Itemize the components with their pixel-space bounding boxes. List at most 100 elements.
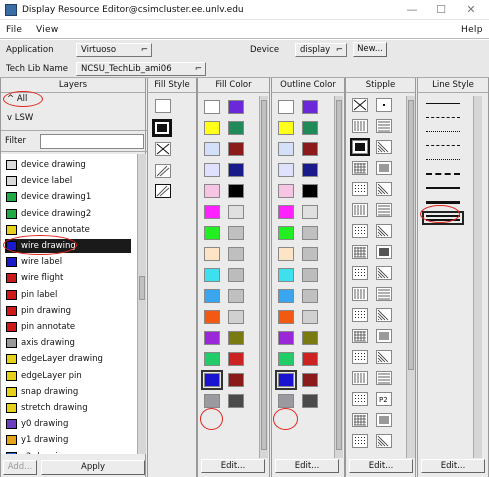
stipple-edit-button[interactable]: Edit...: [349, 459, 413, 473]
stipple-swatch[interactable]: [352, 224, 368, 238]
fill-style-stipple[interactable]: [155, 164, 171, 178]
outline-color-swatch[interactable]: [275, 370, 297, 390]
menu-file[interactable]: File: [6, 25, 22, 35]
layer-item[interactable]: device label: [5, 174, 131, 188]
fill-color-swatch[interactable]: [228, 310, 244, 324]
line-style-option[interactable]: [426, 159, 460, 160]
fill-color-swatch[interactable]: [228, 184, 244, 198]
outline-color-swatch[interactable]: [302, 331, 318, 345]
menu-view[interactable]: View: [36, 25, 59, 35]
layer-item[interactable]: device drawing1: [5, 190, 131, 204]
layer-item[interactable]: device drawing: [5, 158, 131, 172]
layer-item[interactable]: wire flight: [5, 271, 131, 285]
line-style-edit-button[interactable]: Edit...: [421, 459, 485, 473]
stipple-swatch[interactable]: [376, 224, 392, 238]
layer-list-scrollbar[interactable]: [137, 154, 146, 454]
layer-item[interactable]: pin label: [5, 288, 131, 302]
fill-style-none[interactable]: [155, 99, 171, 113]
outline-color-swatch[interactable]: [278, 247, 294, 261]
outline-color-swatch[interactable]: [302, 268, 318, 282]
stipple-swatch[interactable]: [352, 182, 368, 196]
line-style-scrollbar[interactable]: [473, 96, 482, 458]
fill-color-swatch[interactable]: [204, 205, 220, 219]
layer-item[interactable]: snap drawing: [5, 385, 131, 399]
fill-color-swatch[interactable]: [204, 268, 220, 282]
fill-color-swatch[interactable]: [228, 268, 244, 282]
fill-color-swatch[interactable]: [228, 121, 244, 135]
outline-color-swatch[interactable]: [278, 121, 294, 135]
stipple-swatch[interactable]: [376, 119, 392, 133]
device-dropdown[interactable]: display ⌐: [295, 43, 347, 57]
fill-color-swatch[interactable]: [204, 142, 220, 156]
stipple-swatch[interactable]: [352, 392, 368, 406]
scrollbar-thumb[interactable]: [408, 100, 414, 370]
outline-color-swatch[interactable]: [302, 247, 318, 261]
menu-help[interactable]: Help: [461, 25, 483, 35]
new-device-button[interactable]: New...: [353, 42, 387, 57]
layer-item[interactable]: device drawing2: [5, 207, 131, 221]
outline-color-swatch[interactable]: [302, 289, 318, 303]
scrollbar-thumb[interactable]: [261, 100, 267, 450]
filter-input[interactable]: [40, 134, 144, 149]
outline-color-edit-button[interactable]: Edit...: [275, 459, 339, 473]
fill-color-swatch[interactable]: [228, 352, 244, 366]
stipple-swatch[interactable]: [376, 308, 392, 322]
lsw-toggle[interactable]: v LSW: [7, 113, 33, 123]
apply-button[interactable]: Apply: [41, 460, 145, 475]
layer-item[interactable]: wire label: [5, 255, 131, 269]
stipple-swatch[interactable]: [352, 371, 368, 385]
fill-color-swatch[interactable]: [204, 163, 220, 177]
fill-color-swatch[interactable]: [228, 100, 244, 114]
fill-color-swatch[interactable]: [204, 121, 220, 135]
outline-color-swatch[interactable]: [278, 163, 294, 177]
outline-color-swatch[interactable]: [278, 310, 294, 324]
fill-color-swatch[interactable]: [228, 205, 244, 219]
layer-item[interactable]: stretch drawing: [5, 401, 131, 415]
line-style-option[interactable]: [426, 201, 460, 204]
stipple-swatch[interactable]: [376, 161, 392, 175]
stipple-swatch[interactable]: [352, 245, 368, 259]
fill-color-swatch[interactable]: [204, 352, 220, 366]
fill-color-swatch[interactable]: [228, 142, 244, 156]
stipple-swatch[interactable]: [376, 434, 392, 448]
outline-color-swatch[interactable]: [302, 205, 318, 219]
stipple-swatch[interactable]: [376, 350, 392, 364]
fill-color-swatch[interactable]: [228, 331, 244, 345]
outline-color-swatch[interactable]: [278, 268, 294, 282]
stipple-swatch[interactable]: [352, 266, 368, 280]
line-style-option[interactable]: [426, 117, 460, 118]
layer-item[interactable]: device annotate: [5, 223, 131, 237]
layer-item[interactable]: edgeLayer pin: [5, 369, 131, 383]
stipple-swatch[interactable]: [352, 119, 368, 133]
outline-color-swatch[interactable]: [302, 100, 318, 114]
stipple-swatch[interactable]: [352, 203, 368, 217]
fill-color-edit-button[interactable]: Edit...: [201, 459, 265, 473]
outline-color-swatch[interactable]: [302, 352, 318, 366]
fill-color-swatch[interactable]: [204, 100, 220, 114]
fill-color-swatch[interactable]: [204, 184, 220, 198]
line-style-option[interactable]: [426, 145, 460, 146]
line-style-option[interactable]: [426, 187, 460, 189]
line-style-option[interactable]: [426, 173, 460, 175]
outline-color-swatch[interactable]: [302, 184, 318, 198]
stipple-swatch[interactable]: [376, 98, 392, 112]
stipple-swatch[interactable]: [352, 308, 368, 322]
layer-item[interactable]: axis drawing: [5, 336, 131, 350]
fill-color-swatch[interactable]: [228, 247, 244, 261]
outline-color-swatch[interactable]: [278, 100, 294, 114]
techlib-dropdown[interactable]: NCSU_TechLib_ami06 ⌐: [76, 62, 206, 76]
outline-color-swatch[interactable]: [302, 121, 318, 135]
stipple-swatch[interactable]: [352, 413, 368, 427]
outline-color-swatch[interactable]: [302, 373, 318, 387]
maximize-button[interactable]: ☐: [427, 2, 455, 18]
fill-color-swatch[interactable]: [204, 394, 220, 408]
stipple-swatch[interactable]: [376, 371, 392, 385]
outline-color-swatch[interactable]: [302, 142, 318, 156]
stipple-swatch[interactable]: [352, 434, 368, 448]
scrollbar-thumb[interactable]: [336, 100, 342, 450]
stipple-swatch[interactable]: [376, 329, 392, 343]
minimize-button[interactable]: —: [398, 2, 426, 18]
outline-color-swatch[interactable]: [278, 226, 294, 240]
stipple-scrollbar[interactable]: [406, 96, 415, 458]
layer-item[interactable]: y2 drawing: [5, 450, 131, 454]
